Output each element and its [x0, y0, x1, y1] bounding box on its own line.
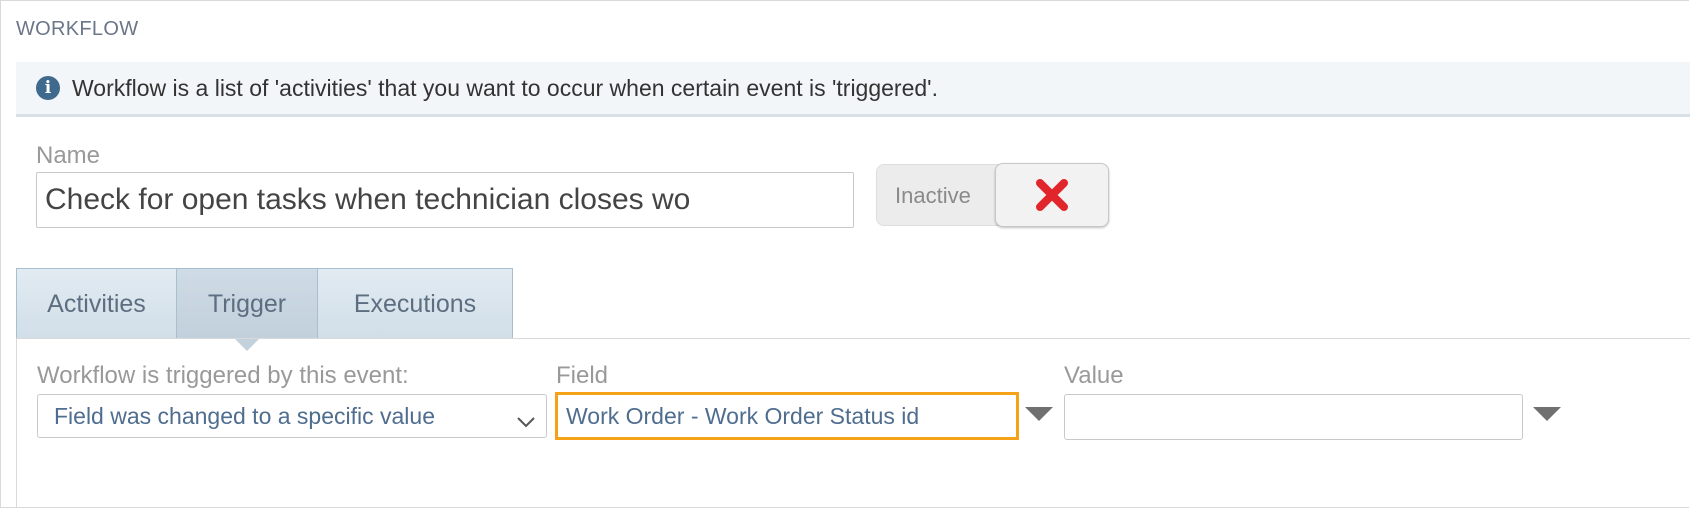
active-tab-pointer	[235, 339, 259, 351]
tab-bar: Activities Trigger Executions	[16, 268, 513, 351]
name-input[interactable]	[36, 172, 854, 228]
value-input[interactable]	[1064, 394, 1523, 440]
value-dropdown-icon[interactable]	[1533, 407, 1561, 421]
status-toggle-label: Inactive	[895, 183, 971, 208]
field-input-value: Work Order - Work Order Status id	[566, 402, 920, 429]
tab-panel-border	[16, 338, 17, 508]
tab-panel-divider	[16, 338, 1690, 339]
tab-activities[interactable]: Activities	[17, 269, 177, 339]
tab-executions-label: Executions	[353, 289, 477, 318]
status-toggle-knob[interactable]	[995, 163, 1109, 227]
event-select-value: Field was changed to a specific value	[54, 402, 435, 429]
tab-activities-label: Activities	[47, 289, 146, 318]
value-label: Value	[1064, 362, 1124, 389]
info-banner: i Workflow is a list of 'activities' tha…	[16, 62, 1690, 117]
close-icon	[1035, 178, 1069, 212]
event-label: Workflow is triggered by this event:	[37, 362, 409, 389]
status-toggle[interactable]: Inactive	[876, 163, 1109, 227]
field-dropdown-icon[interactable]	[1025, 407, 1053, 421]
name-label: Name	[36, 142, 101, 169]
section-title: WORKFLOW	[16, 18, 139, 40]
tab-trigger[interactable]: Trigger	[177, 269, 318, 351]
chevron-down-icon	[516, 408, 536, 435]
field-label: Field	[556, 362, 609, 389]
tab-trigger-label: Trigger	[207, 289, 287, 318]
event-select[interactable]: Field was changed to a specific value	[37, 394, 547, 438]
info-text: Workflow is a list of 'activities' that …	[72, 74, 938, 101]
field-input[interactable]: Work Order - Work Order Status id	[555, 392, 1019, 440]
info-icon: i	[36, 76, 60, 100]
tab-executions[interactable]: Executions	[318, 269, 512, 339]
